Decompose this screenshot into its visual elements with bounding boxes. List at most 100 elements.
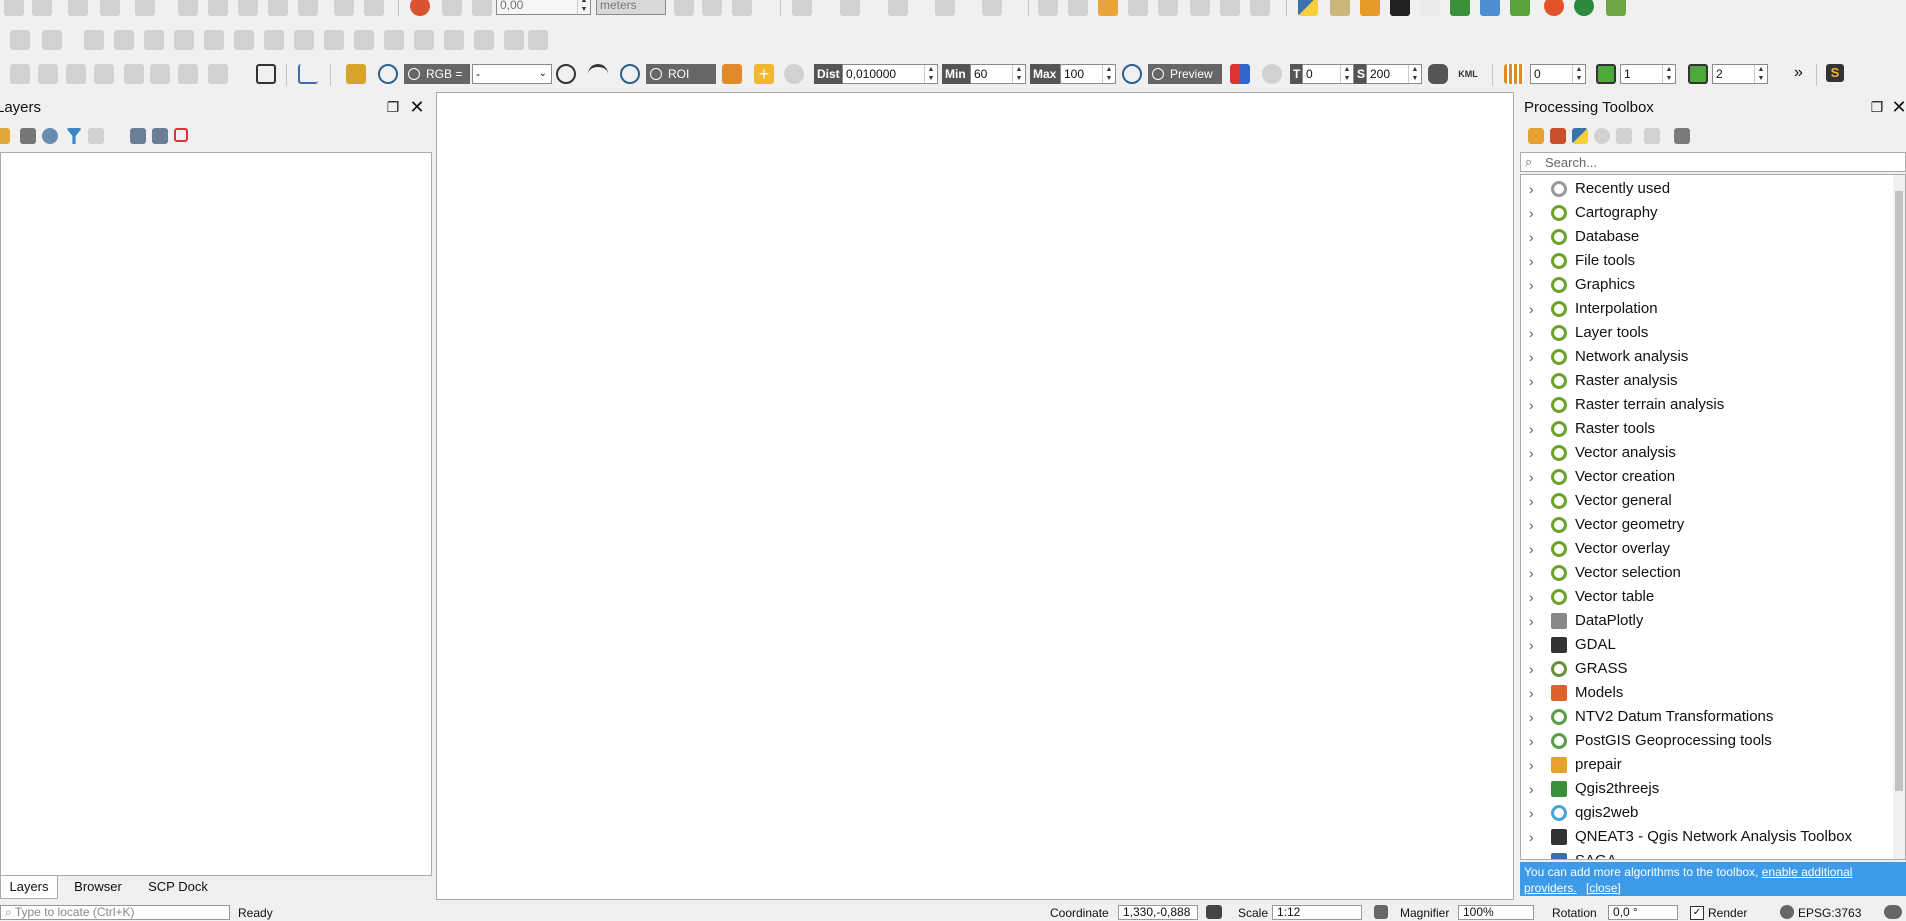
toolbox-tree-item[interactable]: › SAGA (1521, 849, 1891, 859)
layers-tree[interactable] (0, 152, 432, 876)
roi-redo-icon[interactable] (784, 64, 804, 84)
toggle-extents-icon[interactable] (1206, 905, 1222, 919)
chevron-right-icon[interactable]: › (1529, 225, 1541, 249)
toolbox-tree-item[interactable]: › Raster analysis (1521, 369, 1891, 393)
style-manager-icon[interactable] (0, 128, 10, 144)
toolbox-tree-item[interactable]: › GRASS (1521, 657, 1891, 681)
toolbox-tree-item[interactable]: › GDAL (1521, 633, 1891, 657)
scrollbar[interactable] (1893, 175, 1905, 859)
manage-visibility-icon[interactable] (42, 128, 58, 144)
add-group-icon[interactable] (20, 128, 36, 144)
toolbox-tree-item[interactable]: › QNEAT3 - Qgis Network Analysis Toolbox (1521, 825, 1891, 849)
close-panel-icon[interactable]: ✕ (408, 98, 426, 116)
band-2-spinbox[interactable]: 2 ▲ ▼ (1712, 64, 1768, 84)
plugin-7-icon[interactable] (1510, 0, 1530, 16)
scale-combobox[interactable]: 1:12 (1272, 905, 1362, 920)
curve-icon[interactable] (588, 64, 608, 84)
delete-icon[interactable] (208, 0, 228, 16)
edit-features-in-place-icon[interactable] (1644, 128, 1660, 144)
dist-spinbox[interactable]: 0,010000 ▲ ▼ (842, 64, 938, 84)
chevron-right-icon[interactable]: › (1529, 729, 1541, 753)
chevron-right-icon[interactable]: › (1529, 249, 1541, 273)
close-info-link[interactable]: [close] (1586, 881, 1621, 895)
toolbar-overflow-icon[interactable]: » (1794, 64, 1803, 82)
remove-layer-icon[interactable] (174, 128, 188, 142)
dropdown-arrow-icon[interactable]: ⌄ (539, 65, 547, 83)
toolbox-tree-item[interactable]: › File tools (1521, 249, 1891, 273)
offset-curve-icon[interactable] (354, 30, 374, 50)
ref-icon[interactable] (1544, 0, 1564, 16)
paste-icon[interactable] (298, 0, 318, 16)
preview-radio[interactable]: Preview (1148, 64, 1222, 84)
toolbox-tree-item[interactable]: › PostGIS Geoprocessing tools (1521, 729, 1891, 753)
shape-tool-5-icon[interactable] (982, 0, 1002, 16)
copy-icon[interactable] (268, 0, 288, 16)
chevron-right-icon[interactable]: › (1529, 705, 1541, 729)
min-spinbox[interactable]: 60 ▲ ▼ (970, 64, 1026, 84)
label-tool-5-icon[interactable] (1158, 0, 1178, 16)
chevron-right-icon[interactable]: › (1529, 465, 1541, 489)
roi-radio[interactable]: ROI (646, 64, 716, 84)
python-toolbar-icon[interactable] (1572, 128, 1588, 144)
database-icon[interactable] (1428, 64, 1448, 84)
render-checkbox[interactable]: ✓ (1690, 906, 1704, 920)
point-tool-icon[interactable] (42, 30, 62, 50)
tab-browser[interactable]: Browser (68, 876, 128, 898)
snap-vertex-icon[interactable] (442, 0, 462, 16)
close-panel-icon[interactable]: ✕ (1890, 98, 1906, 116)
edit-pencil-icon[interactable] (32, 0, 52, 16)
chevron-right-icon[interactable]: › (1529, 177, 1541, 201)
rotation-spinbox[interactable]: 0,0 ° (1608, 905, 1678, 920)
tab-layers[interactable]: Layers (0, 876, 58, 899)
chevron-right-icon[interactable]: › (1529, 657, 1541, 681)
modify-attributes-icon[interactable] (178, 0, 198, 16)
plugin-3-icon[interactable] (1390, 0, 1410, 16)
chevron-right-icon[interactable]: › (1529, 369, 1541, 393)
scp-tool-6-icon[interactable] (150, 64, 170, 84)
results-viewer-icon[interactable] (1616, 128, 1632, 144)
models-toolbar-icon[interactable] (1528, 128, 1544, 144)
chevron-right-icon[interactable]: › (1529, 321, 1541, 345)
toolbox-tree[interactable]: › Recently used › Cartography › Database › File… (1520, 174, 1906, 860)
label-tool-7-icon[interactable] (1220, 0, 1240, 16)
chevron-right-icon[interactable]: › (1529, 753, 1541, 777)
band-0-spinbox[interactable]: 0 ▲ ▼ (1530, 64, 1586, 84)
scrollbar-thumb[interactable] (1895, 191, 1903, 791)
python-icon[interactable] (1298, 0, 1318, 16)
shape-tool-2-icon[interactable] (840, 0, 860, 16)
trace-icon[interactable] (674, 0, 694, 16)
coordinate-field[interactable]: 1,330,-0,888 (1118, 905, 1198, 920)
lock-scale-icon[interactable] (1374, 905, 1388, 919)
crs-label[interactable]: EPSG:3763 (1798, 906, 1861, 921)
chevron-right-icon[interactable]: › (1529, 801, 1541, 825)
label-tool-4-icon[interactable] (1128, 0, 1148, 16)
ndvi-icon[interactable] (556, 64, 576, 84)
filter-expression-icon[interactable] (88, 128, 104, 144)
chevron-right-icon[interactable]: › (1529, 849, 1541, 859)
plugin-2-icon[interactable] (1360, 0, 1380, 16)
split-parts-icon[interactable] (414, 30, 434, 50)
plugin-5-icon[interactable] (1450, 0, 1470, 16)
save-edits-icon[interactable] (68, 0, 88, 16)
classification-icon[interactable] (1230, 64, 1250, 84)
toolbox-tree-item[interactable]: › Vector analysis (1521, 441, 1891, 465)
messages-icon[interactable] (1884, 905, 1902, 919)
scp-tool-5-icon[interactable] (124, 64, 144, 84)
spin-arrows-icon[interactable]: ▲ ▼ (924, 65, 937, 83)
toolbox-tree-item[interactable]: › Vector table (1521, 585, 1891, 609)
scripts-toolbar-icon[interactable] (1550, 128, 1566, 144)
spin-arrows-icon[interactable]: ▲ ▼ (1572, 65, 1585, 83)
scp-tool-4-icon[interactable] (94, 64, 114, 84)
toolbox-search-input[interactable]: ⌕ Search... (1520, 152, 1906, 172)
toolbox-tree-item[interactable]: › Raster terrain analysis (1521, 393, 1891, 417)
toolbox-tree-item[interactable]: › Vector geometry (1521, 513, 1891, 537)
band-green-icon[interactable] (1688, 64, 1708, 84)
cut-icon[interactable] (238, 0, 258, 16)
scp-tool-1-icon[interactable] (10, 64, 30, 84)
float-panel-icon[interactable]: ❐ (1868, 98, 1886, 116)
roi-add-icon[interactable]: + (754, 64, 774, 84)
t-spinbox[interactable]: 0 ▲ ▼ (1302, 64, 1354, 84)
chevron-right-icon[interactable]: › (1529, 417, 1541, 441)
label-tool-6-icon[interactable] (1190, 0, 1210, 16)
chevron-right-icon[interactable]: › (1529, 609, 1541, 633)
